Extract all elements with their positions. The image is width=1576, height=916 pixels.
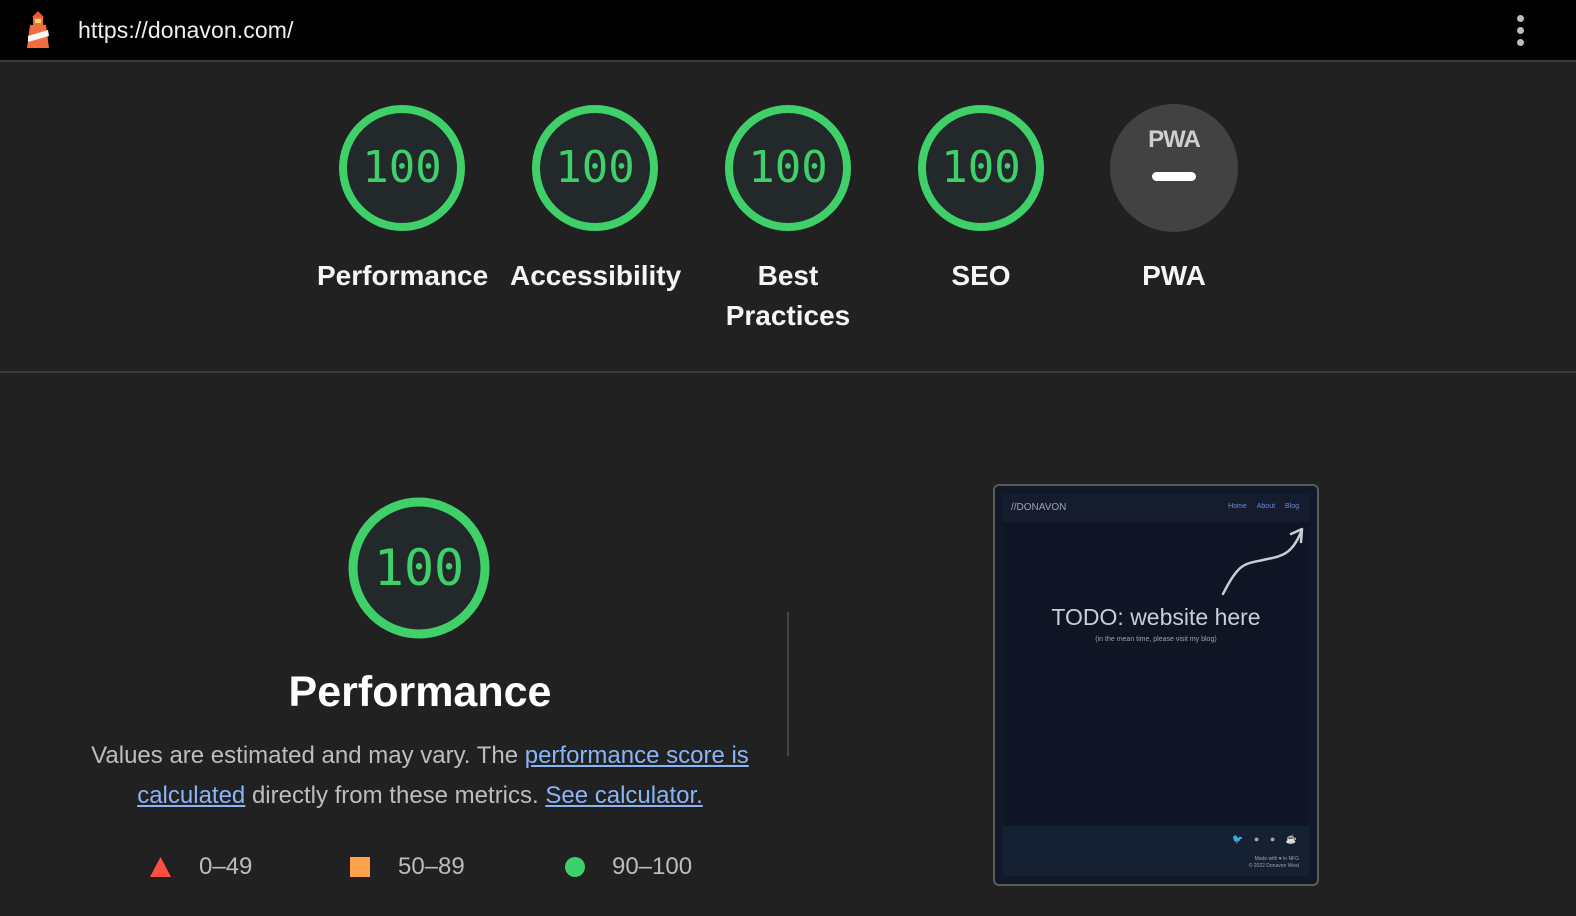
screenshot-nav: //DONAVON Home About Blog <box>1003 494 1309 522</box>
screenshot-nav-item: Blog <box>1284 503 1299 510</box>
screenshot-made-with: Made with ♥ in NFG <box>1254 856 1299 862</box>
gauge-label: Best Practices <box>725 260 851 331</box>
square-icon <box>350 857 370 877</box>
gauge-label: PWA <box>1142 260 1206 291</box>
performance-description: Values are estimated and may vary. The p… <box>90 736 750 816</box>
vertical-divider <box>787 612 789 756</box>
top-bar: https://donavon.com/ <box>0 0 1576 62</box>
gauge-score: 100 <box>941 142 1021 193</box>
triangle-icon <box>150 857 171 877</box>
gauge-score: 100 <box>362 142 442 193</box>
screenshot-brand: //DONAVON <box>1011 502 1067 513</box>
gauge-best-practices[interactable]: 100 Best Practices <box>703 104 873 336</box>
final-screenshot[interactable]: //DONAVON Home About Blog TODO: website … <box>993 484 1319 886</box>
see-calculator-link[interactable]: See calculator. <box>545 782 702 809</box>
report-url[interactable]: https://donavon.com/ <box>78 17 294 44</box>
arrow-icon <box>1221 527 1304 596</box>
lighthouse-icon <box>27 11 49 48</box>
screenshot-copyright: © 2022 Donavon West <box>1248 863 1299 869</box>
github-icon: ● <box>1253 834 1260 844</box>
twitter-icon: 🐦 <box>1232 834 1244 844</box>
score-legend: 0–49 50–89 90–100 <box>0 850 760 884</box>
screenshot-page: //DONAVON Home About Blog TODO: website … <box>1003 494 1309 876</box>
gauge-label: SEO <box>951 260 1011 291</box>
screenshot-subline: (in the mean time, please visit my blog) <box>1095 636 1217 643</box>
performance-title: Performance <box>288 668 552 716</box>
performance-score: 100 <box>373 539 465 597</box>
legend-fail-range: 0–49 <box>199 853 253 880</box>
gauge-accessibility[interactable]: 100 Accessibility <box>510 104 682 296</box>
screenshot-footer-text: Made with ♥ in NFG © 2022 Donavon West <box>1249 856 1299 870</box>
desc-text: Values are estimated and may vary. The <box>91 742 525 769</box>
linkedin-icon: ● <box>1269 834 1276 844</box>
gauge-label: Performance <box>317 260 489 291</box>
gauge-seo[interactable]: 100 SEO <box>896 104 1066 296</box>
screenshot-social-icons: 🐦 ● ● ☕ <box>1224 834 1297 845</box>
screenshot-headline: TODO: website here <box>1051 604 1261 630</box>
screenshot-nav-links: Home About Blog <box>1220 503 1299 510</box>
gauge-pwa[interactable]: PWA PWA <box>1089 104 1259 296</box>
section-divider <box>0 371 1576 373</box>
legend-pass-range: 90–100 <box>612 853 693 880</box>
more-vert-icon[interactable] <box>1514 12 1526 50</box>
gauge-score: 100 <box>748 142 828 193</box>
gauge-score: 100 <box>555 142 635 193</box>
circle-icon <box>565 857 585 877</box>
desc-text: directly from these metrics. <box>245 782 546 809</box>
gauge-label: Accessibility <box>510 260 682 291</box>
coffee-icon: ☕ <box>1285 834 1297 844</box>
score-gauges: 100 Performance 100 Accessibility 100 Be… <box>0 104 1576 334</box>
screenshot-footer: 🐦 ● ● ☕ Made with ♥ in NFG © 2022 Donavo… <box>1003 826 1309 876</box>
legend-average-range: 50–89 <box>398 853 465 880</box>
pwa-badge-icon: PWA <box>1148 126 1201 153</box>
screenshot-nav-item: About <box>1256 503 1276 510</box>
screenshot-nav-item: Home <box>1228 503 1247 510</box>
gauge-performance[interactable]: 100 Performance <box>317 104 489 296</box>
